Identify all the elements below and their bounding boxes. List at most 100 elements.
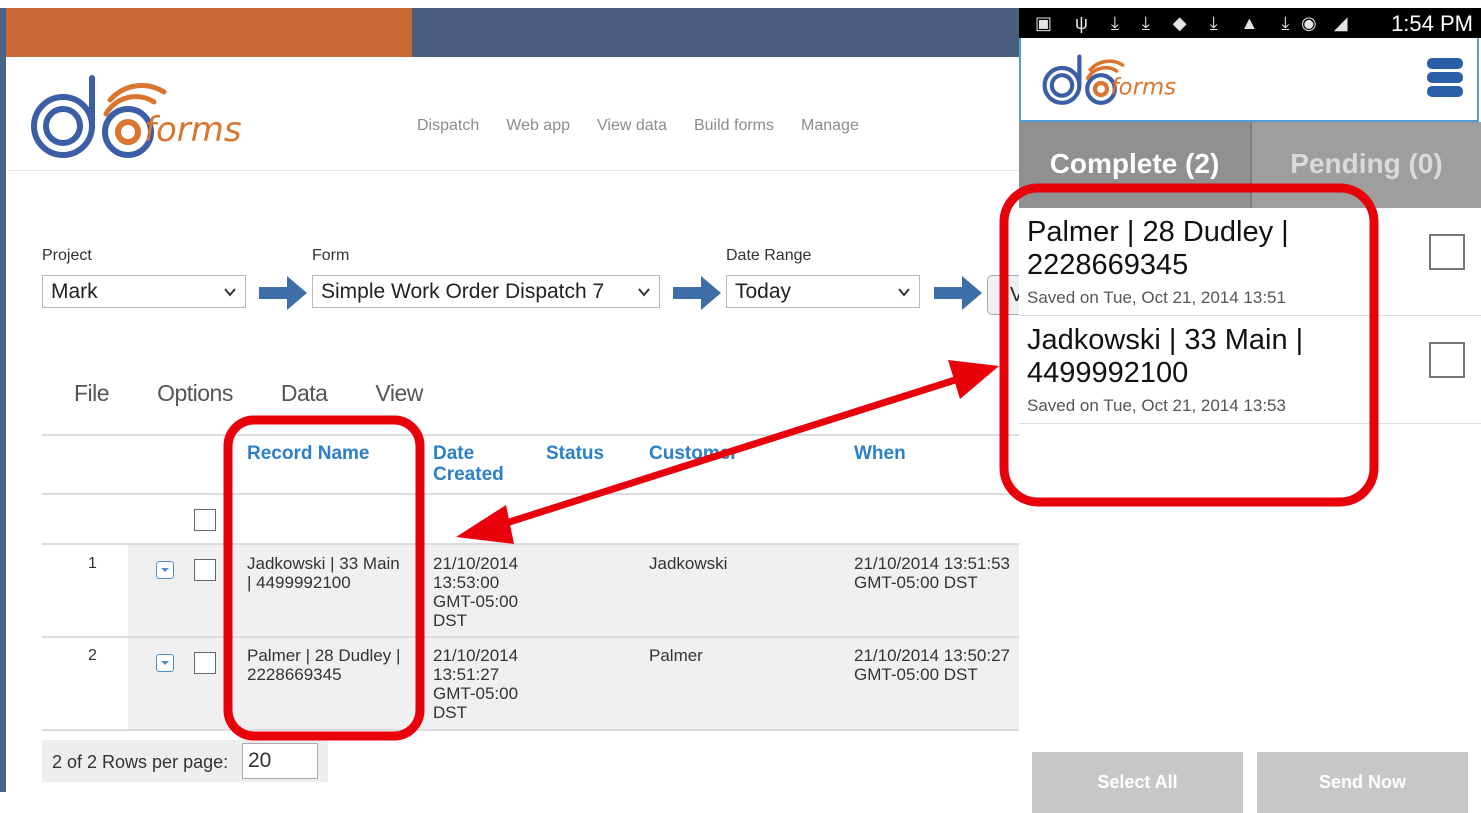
menu-options[interactable]: Options <box>157 380 233 407</box>
table-bottom-border <box>42 729 1020 731</box>
row-checkbox[interactable] <box>194 559 216 581</box>
date-created-line: 13:53:00 <box>433 573 500 592</box>
date-created-line: GMT-05:00 <box>433 592 519 611</box>
record-name-line1: Palmer | 28 Dudley | <box>247 646 401 665</box>
chevron-down-icon <box>638 287 650 297</box>
item-title-line2: 2228669345 <box>1027 249 1189 281</box>
date-created-line: GMT-05:00 <box>433 684 519 703</box>
list-item[interactable]: Jadkowski | 33 Main | 4499992100 Saved o… <box>1019 316 1481 424</box>
col-record-name[interactable]: Record Name <box>247 443 370 464</box>
nav-web-app[interactable]: Web app <box>506 117 570 135</box>
date-created-cell: 21/10/2014 13:53:00 GMT-05:00 DST <box>433 554 518 630</box>
customer-cell: Palmer <box>649 646 703 665</box>
page-left-edge <box>0 8 6 792</box>
nav-build-forms[interactable]: Build forms <box>694 117 774 135</box>
row-checkbox[interactable] <box>194 652 216 674</box>
record-name-cell[interactable]: Palmer | 28 Dudley | 2228669345 <box>247 646 400 684</box>
status-time: 1:54 PM <box>1391 11 1473 36</box>
logo-wordmark: forms <box>144 110 242 150</box>
record-name-line2: 2228669345 <box>247 665 342 684</box>
arrow-right-icon <box>934 276 982 310</box>
select-all-button[interactable]: Select All <box>1032 752 1243 813</box>
rows-per-page-input[interactable]: 20 <box>242 743 318 779</box>
col-date-created[interactable]: Date Created <box>433 443 504 485</box>
date-created-cell: 21/10/2014 13:51:27 GMT-05:00 DST <box>433 646 518 722</box>
doforms-logo: forms <box>1042 54 1177 105</box>
doforms-logo[interactable]: forms <box>28 74 278 160</box>
mobile-app: ▣ ψ ⤓ ⤓ ◆ ⤓ ▲ ⤓ ◉ ◢ 1:54 PM forms Comple… <box>1019 8 1481 813</box>
logo-wordmark: forms <box>1111 74 1177 100</box>
record-name-cell[interactable]: Jadkowski | 33 Main | 4499992100 <box>247 554 400 592</box>
chevron-down-icon <box>898 287 910 297</box>
arrow-right-icon <box>673 276 721 310</box>
arrow-right-icon <box>259 276 307 310</box>
when-cell: 21/10/2014 13:51:53 GMT-05:00 DST <box>854 554 1010 592</box>
col-date-created-line2: Created <box>433 464 504 485</box>
row-number: 2 <box>88 647 97 664</box>
date-range-select-value: Today <box>735 279 792 303</box>
menu-view[interactable]: View <box>375 380 423 407</box>
row-number: 1 <box>88 555 97 572</box>
date-created-line: DST <box>433 611 467 630</box>
nav-view-data[interactable]: View data <box>597 117 667 135</box>
project-label: Project <box>42 247 92 264</box>
form-select[interactable]: Simple Work Order Dispatch 7 <box>312 275 660 308</box>
date-created-line: 13:51:27 <box>433 665 500 684</box>
project-select-value: Mark <box>51 279 98 303</box>
item-checkbox[interactable] <box>1429 234 1465 270</box>
when-line: GMT-05:00 DST <box>854 665 978 684</box>
when-line: 21/10/2014 13:51:53 <box>854 554 1010 573</box>
date-created-line: 21/10/2014 <box>433 646 519 665</box>
item-title: Jadkowski | 33 Main | 4499992100 <box>1027 324 1407 390</box>
grid-menubar: File Options Data View <box>74 380 423 407</box>
form-select-value: Simple Work Order Dispatch 7 <box>321 279 605 303</box>
record-name-line2: | 4499992100 <box>247 573 351 592</box>
pager-label: 2 of 2 Rows per page: <box>52 752 229 772</box>
table-header-border <box>42 493 1020 495</box>
when-line: 21/10/2014 13:50:27 <box>854 646 1010 665</box>
project-select[interactable]: Mark <box>42 275 246 308</box>
col-status[interactable]: Status <box>546 443 604 464</box>
web-app: forms Dispatch Web app View data Build f… <box>0 0 1020 813</box>
notification-icons: ▣ ψ ⤓ ⤓ ◆ ⤓ ▲ ⤓ <box>1035 13 1299 33</box>
header-bar-orange <box>6 8 412 57</box>
item-saved-date: Saved on Tue, Oct 21, 2014 13:51 <box>1027 288 1286 307</box>
col-when[interactable]: When <box>854 443 906 464</box>
date-created-line: DST <box>433 703 467 722</box>
view-button[interactable]: V <box>987 275 1020 315</box>
pager: 2 of 2 Rows per page: 20 <box>42 740 328 782</box>
signal-icons: ◉ ◢ <box>1301 13 1354 33</box>
when-cell: 21/10/2014 13:50:27 GMT-05:00 DST <box>854 646 1010 684</box>
tab-complete[interactable]: Complete (2) <box>1019 122 1250 208</box>
col-customer[interactable]: Customer <box>649 443 738 464</box>
expand-row-icon[interactable] <box>156 561 174 579</box>
list-item[interactable]: Palmer | 28 Dudley | 2228669345 Saved on… <box>1019 208 1481 316</box>
date-range-select[interactable]: Today <box>726 275 920 308</box>
send-now-button[interactable]: Send Now <box>1257 752 1468 813</box>
item-title-line1: Jadkowski | 33 Main | <box>1027 324 1304 356</box>
nav-dispatch[interactable]: Dispatch <box>417 117 479 135</box>
expand-row-icon[interactable] <box>156 654 174 672</box>
menu-icon[interactable] <box>1427 58 1463 98</box>
main-nav: Dispatch Web app View data Build forms M… <box>417 117 859 135</box>
item-saved-date: Saved on Tue, Oct 21, 2014 13:53 <box>1027 396 1286 415</box>
table-top-border <box>42 434 1020 436</box>
customer-cell: Jadkowski <box>649 554 728 573</box>
item-title: Palmer | 28 Dudley | 2228669345 <box>1027 216 1407 282</box>
tab-bar: Complete (2) Pending (0) <box>1019 122 1481 208</box>
tab-pending[interactable]: Pending (0) <box>1250 122 1481 208</box>
nav-manage[interactable]: Manage <box>801 117 859 135</box>
header-divider <box>8 170 1020 171</box>
menu-file[interactable]: File <box>74 380 110 407</box>
col-date-created-line1: Date <box>433 443 475 464</box>
item-title-line1: Palmer | 28 Dudley | <box>1027 216 1289 248</box>
item-checkbox[interactable] <box>1429 342 1465 378</box>
menu-data[interactable]: Data <box>281 380 328 407</box>
item-title-line2: 4499992100 <box>1027 357 1189 389</box>
form-label: Form <box>312 247 350 264</box>
record-name-line1: Jadkowski | 33 Main <box>247 554 400 573</box>
when-line: GMT-05:00 DST <box>854 573 978 592</box>
select-all-checkbox[interactable] <box>194 509 216 531</box>
date-created-line: 21/10/2014 <box>433 554 519 573</box>
android-status-bar: ▣ ψ ⤓ ⤓ ◆ ⤓ ▲ ⤓ ◉ ◢ 1:54 PM <box>1019 8 1481 38</box>
